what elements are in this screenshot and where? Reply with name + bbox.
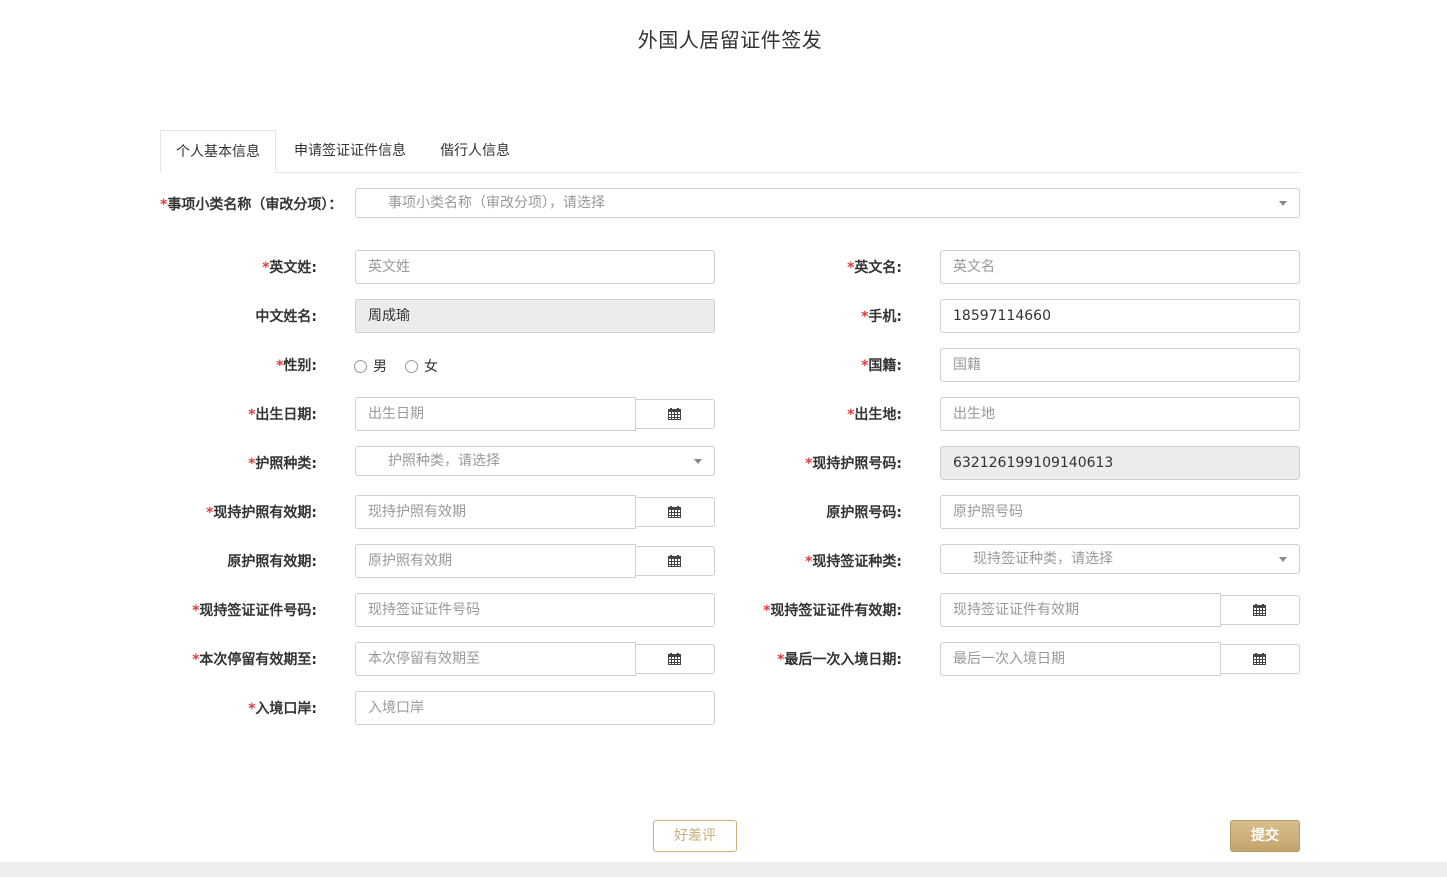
- tab-bar: 个人基本信息 申请签证证件信息 偕行人信息: [160, 130, 1300, 173]
- visa-number-label: *现持签证证件号码:: [192, 603, 317, 619]
- entry-port-label: *入境口岸:: [248, 701, 317, 717]
- entry-port-input[interactable]: 入境口岸: [355, 691, 715, 725]
- mobile-label: *手机:: [861, 309, 902, 325]
- calendar-icon: [668, 653, 681, 665]
- rating-button[interactable]: 好差评: [653, 820, 737, 852]
- gender-male-radio[interactable]: [354, 359, 367, 373]
- stay-valid-until-picker: 本次停留有效期至: [355, 642, 715, 676]
- passport-number-input: 632126199109140613: [940, 446, 1300, 480]
- birth-date-input[interactable]: 出生日期: [355, 397, 636, 431]
- gender-female-radio[interactable]: [405, 359, 418, 373]
- mobile-input[interactable]: 18597114660: [940, 299, 1300, 333]
- calendar-icon: [668, 506, 681, 518]
- english-surname-input[interactable]: 英文姓: [355, 250, 715, 284]
- former-passport-validity-input[interactable]: 原护照有效期: [355, 544, 636, 578]
- passport-validity-calendar-button[interactable]: [636, 497, 715, 527]
- birth-date-picker: 出生日期: [355, 397, 715, 431]
- chinese-name-input: 周成瑜: [355, 299, 715, 333]
- item-category-select[interactable]: 事项小类名称（审改分项），请选择: [355, 188, 1300, 218]
- chevron-down-icon: [1279, 201, 1287, 206]
- former-passport-validity-picker: 原护照有效期: [355, 544, 715, 578]
- birth-date-label: *出生日期:: [248, 407, 317, 423]
- gender-label: *性别:: [276, 358, 317, 374]
- visa-validity-picker: 现持签证证件有效期: [940, 593, 1300, 627]
- former-passport-number-label: 原护照号码:: [826, 505, 902, 521]
- stay-valid-until-input[interactable]: 本次停留有效期至: [355, 642, 636, 676]
- visa-validity-label: *现持签证证件有效期:: [763, 603, 902, 619]
- calendar-icon: [668, 555, 681, 567]
- visa-type-label: *现持签证种类:: [805, 554, 902, 570]
- visa-type-select[interactable]: 现持签证种类，请选择: [940, 544, 1300, 574]
- passport-type-label: *护照种类:: [248, 456, 317, 472]
- passport-type-select[interactable]: 护照种类，请选择: [355, 446, 715, 476]
- english-given-name-label: *英文名:: [847, 260, 902, 276]
- english-given-name-input[interactable]: 英文名: [940, 250, 1300, 284]
- passport-validity-input[interactable]: 现持护照有效期: [355, 495, 636, 529]
- last-entry-date-picker: 最后一次入境日期: [940, 642, 1300, 676]
- chinese-name-label: 中文姓名:: [255, 309, 317, 325]
- english-surname-label: *英文姓:: [262, 260, 317, 276]
- visa-number-input[interactable]: 现持签证证件号码: [355, 593, 715, 627]
- former-passport-validity-calendar-button[interactable]: [636, 546, 715, 576]
- former-passport-number-input[interactable]: 原护照号码: [940, 495, 1300, 529]
- page-title: 外国人居留证件签发: [637, 28, 823, 52]
- birth-place-input[interactable]: 出生地: [940, 397, 1300, 431]
- birth-place-label: *出生地:: [847, 407, 902, 423]
- chevron-down-icon: [694, 459, 702, 464]
- former-passport-validity-label: 原护照有效期:: [227, 554, 317, 570]
- stay-valid-until-calendar-button[interactable]: [636, 644, 715, 674]
- passport-number-label: *现持护照号码:: [805, 456, 902, 472]
- tab-personal-info[interactable]: 个人基本信息: [160, 130, 276, 173]
- visa-validity-input[interactable]: 现持签证证件有效期: [940, 593, 1221, 627]
- last-entry-date-label: *最后一次入境日期:: [777, 652, 902, 668]
- calendar-icon: [1253, 604, 1266, 616]
- submit-button[interactable]: 提交: [1230, 820, 1300, 852]
- gender-radio-group: 男女: [354, 356, 456, 376]
- tab-companion-info[interactable]: 偕行人信息: [430, 130, 520, 172]
- chevron-down-icon: [1279, 557, 1287, 562]
- nationality-input[interactable]: 国籍: [940, 348, 1300, 382]
- visa-validity-calendar-button[interactable]: [1221, 595, 1300, 625]
- item-category-label: *事项小类名称（审改分项）：: [160, 197, 343, 213]
- calendar-icon: [668, 408, 681, 420]
- last-entry-date-input[interactable]: 最后一次入境日期: [940, 642, 1221, 676]
- nationality-label: *国籍:: [861, 358, 902, 374]
- stay-valid-until-label: *本次停留有效期至:: [192, 652, 317, 668]
- bottom-bar: [0, 862, 1447, 877]
- birth-date-calendar-button[interactable]: [636, 399, 715, 429]
- calendar-icon: [1253, 653, 1266, 665]
- tab-visa-document-info[interactable]: 申请签证证件信息: [286, 130, 414, 172]
- last-entry-date-calendar-button[interactable]: [1221, 644, 1300, 674]
- passport-validity-label: *现持护照有效期:: [206, 505, 317, 521]
- passport-validity-picker: 现持护照有效期: [355, 495, 715, 529]
